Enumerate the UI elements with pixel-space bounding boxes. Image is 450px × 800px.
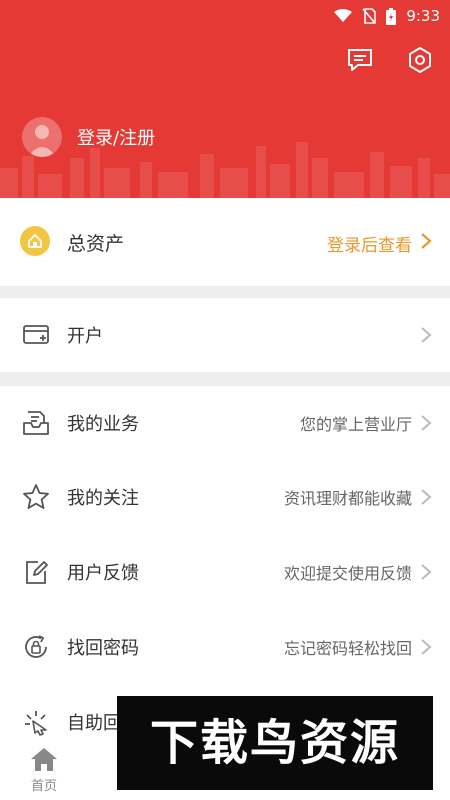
assets-coin-icon bbox=[20, 226, 50, 256]
chevron-right-icon bbox=[421, 489, 432, 505]
menu-item-open-account[interactable]: 开户 bbox=[0, 298, 450, 372]
menu-item-label: 我的关注 bbox=[67, 488, 139, 509]
message-icon[interactable] bbox=[345, 45, 375, 75]
total-assets-label: 总资产 bbox=[67, 233, 125, 255]
menu-item-label: 找回密码 bbox=[67, 638, 139, 659]
home-icon bbox=[31, 748, 57, 771]
chevron-right-icon bbox=[421, 415, 432, 431]
section-divider bbox=[0, 286, 450, 298]
menu-item-subtitle: 资讯理财都能收藏 bbox=[283, 489, 412, 508]
business-tray-icon bbox=[23, 411, 49, 435]
tab-home[interactable]: 首页 bbox=[22, 745, 66, 795]
edit-feedback-icon bbox=[26, 561, 48, 584]
menu-item-subtitle: 忘记密码轻松找回 bbox=[283, 639, 412, 658]
battery-charging-icon bbox=[386, 7, 397, 25]
city-skyline-decoration bbox=[0, 142, 450, 198]
menu-item-label: 用户反馈 bbox=[67, 563, 139, 584]
no-sim-icon bbox=[362, 8, 377, 24]
settings-icon[interactable] bbox=[405, 45, 435, 75]
user-avatar-icon bbox=[28, 125, 56, 157]
chevron-right-icon bbox=[421, 564, 432, 580]
profile-header: 9:33 登录/注册 bbox=[0, 0, 450, 198]
menu-item-my-follows[interactable]: 我的关注 资讯理财都能收藏 bbox=[0, 460, 450, 534]
lock-refresh-icon bbox=[25, 635, 47, 658]
chevron-right-icon bbox=[421, 233, 432, 249]
menu-item-label: 我的业务 bbox=[67, 414, 139, 435]
login-register-link[interactable]: 登录/注册 bbox=[77, 124, 155, 150]
menu-item-subtitle: 欢迎提交使用反馈 bbox=[283, 564, 412, 583]
section-divider bbox=[0, 372, 450, 386]
avatar[interactable] bbox=[22, 117, 62, 157]
watermark-text: 下载鸟资源 bbox=[149, 715, 400, 771]
status-bar: 9:33 bbox=[334, 6, 440, 26]
menu-item-subtitle: 您的掌上营业厅 bbox=[299, 415, 412, 434]
view-after-login-link[interactable]: 登录后查看 bbox=[327, 231, 412, 256]
watermark-banner: 下载鸟资源 bbox=[117, 696, 433, 790]
chevron-right-icon bbox=[421, 639, 432, 655]
self-service-icon bbox=[25, 711, 47, 736]
star-icon bbox=[23, 484, 49, 509]
menu-item-my-business[interactable]: 我的业务 您的掌上营业厅 bbox=[0, 386, 450, 460]
chevron-right-icon bbox=[421, 327, 432, 343]
menu-item-feedback[interactable]: 用户反馈 欢迎提交使用反馈 bbox=[0, 535, 450, 609]
open-account-card-icon bbox=[23, 325, 49, 344]
menu-item-recover-password[interactable]: 找回密码 忘记密码轻松找回 bbox=[0, 610, 450, 684]
status-time: 9:33 bbox=[406, 7, 440, 25]
tab-home-label: 首页 bbox=[30, 779, 57, 794]
menu-item-label: 自助回 bbox=[67, 713, 121, 734]
menu-item-label: 开户 bbox=[67, 326, 103, 347]
wifi-icon bbox=[334, 9, 353, 22]
